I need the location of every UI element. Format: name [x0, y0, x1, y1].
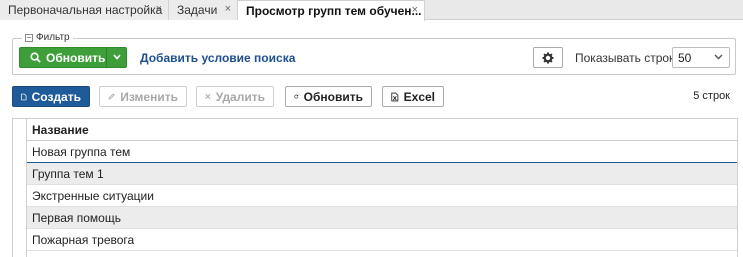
close-icon[interactable]: × [156, 3, 162, 15]
refresh-button[interactable]: Обновить [285, 86, 372, 107]
table-cell: Первая помощь [32, 210, 121, 225]
topic-groups-table: Название Новая группа тем Группа тем 1 Э… [12, 118, 738, 257]
add-search-condition-link[interactable]: Добавить условие поиска [140, 51, 295, 65]
column-header-label: Название [32, 122, 89, 137]
table-row[interactable]: Группа тем 1 [27, 163, 737, 185]
pencil-icon [108, 93, 115, 100]
tab-initial-setup[interactable]: Первоначальная настройка × [0, 0, 169, 20]
close-icon[interactable]: × [225, 3, 231, 15]
table-cell: Группа тем 1 [32, 166, 104, 181]
filter-legend[interactable]: − Фильтр [22, 32, 73, 43]
tab-tasks[interactable]: Задачи × [169, 0, 238, 20]
filter-legend-label: Фильтр [36, 32, 70, 43]
filter-refresh-button[interactable]: Обновить [19, 47, 127, 68]
close-icon [205, 93, 211, 100]
table-row[interactable]: Пожарная тревога [27, 229, 737, 251]
tab-label: Первоначальная настройка [8, 3, 163, 17]
edit-button-label: Изменить [120, 89, 178, 104]
table-row[interactable]: Новая группа тем [27, 141, 737, 163]
row-selector-column [13, 119, 27, 257]
settings-button[interactable] [533, 47, 563, 68]
tab-label: Просмотр групп тем обучен... [246, 4, 422, 18]
create-button-label: Создать [31, 89, 81, 104]
delete-button-label: Удалить [215, 89, 265, 104]
refresh-button-label: Обновить [303, 89, 363, 104]
tab-bar: Первоначальная настройка × Задачи × Прос… [0, 0, 743, 21]
gear-icon [542, 52, 554, 63]
tab-label: Задачи [177, 3, 218, 17]
excel-export-button[interactable]: Excel [382, 86, 444, 107]
excel-icon [391, 92, 399, 101]
tab-topic-groups[interactable]: Просмотр групп тем обучен... × [238, 0, 425, 21]
collapse-icon[interactable]: − [25, 33, 33, 42]
table-cell: Пожарная тревога [32, 232, 135, 247]
table-row[interactable]: Первая помощь [27, 207, 737, 229]
chevron-down-icon[interactable] [107, 52, 126, 63]
search-icon [30, 52, 41, 63]
table-cell: Новая группа тем [32, 144, 131, 159]
rows-per-page-select[interactable]: 50 [672, 47, 730, 68]
filter-refresh-label: Обновить [46, 50, 106, 65]
rows-per-page-value: 50 [678, 50, 692, 65]
chevron-down-icon [714, 52, 723, 63]
delete-button[interactable]: Удалить [196, 86, 274, 107]
close-icon[interactable]: × [412, 4, 418, 16]
row-count: 5 строк [693, 90, 730, 102]
filter-refresh-main[interactable]: Обновить [20, 48, 107, 67]
excel-button-label: Excel [403, 89, 435, 104]
document-icon [21, 93, 27, 100]
edit-button[interactable]: Изменить [99, 86, 187, 107]
refresh-icon [294, 94, 299, 99]
rows-per-page-label: Показывать строк [575, 51, 675, 65]
create-button[interactable]: Создать [12, 86, 90, 107]
table-row[interactable]: Экстренные ситуации [27, 185, 737, 207]
column-header-name[interactable]: Название [27, 119, 737, 141]
table-cell: Экстренные ситуации [32, 188, 154, 203]
